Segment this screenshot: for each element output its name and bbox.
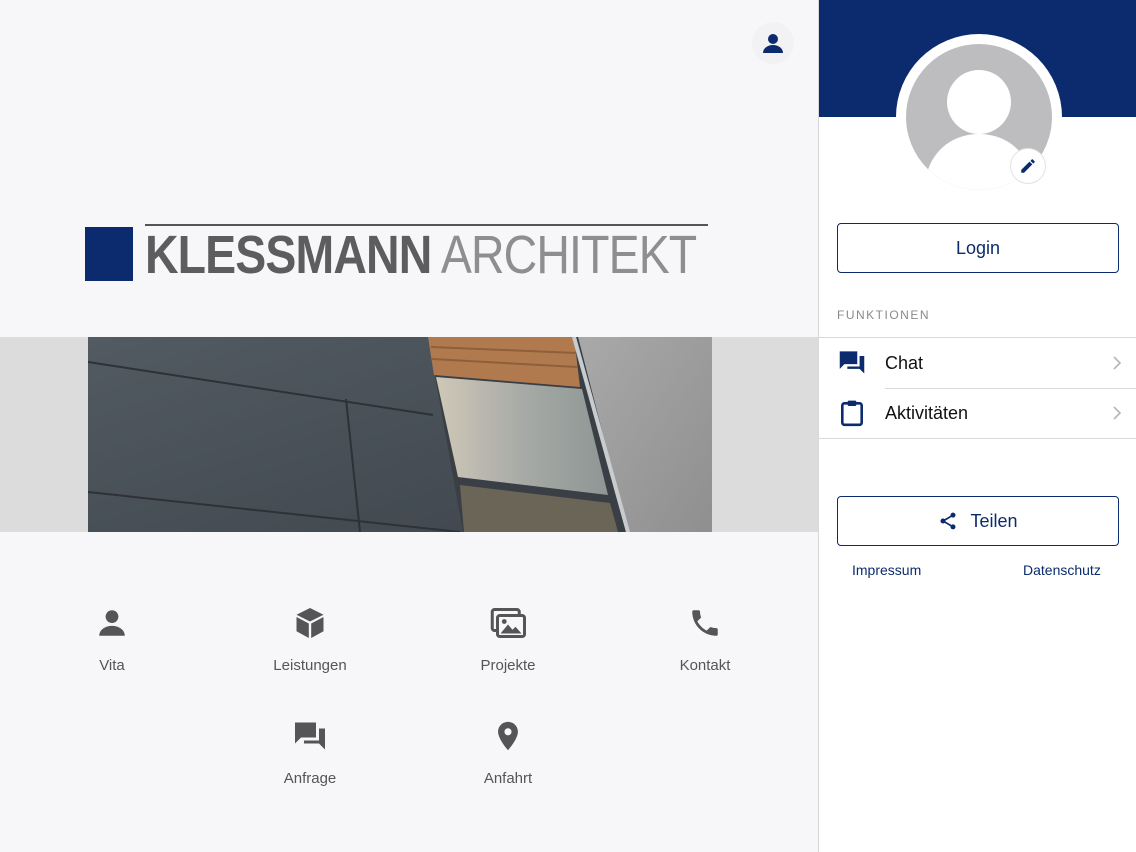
- list-item-chat[interactable]: Chat: [819, 338, 1136, 388]
- phone-icon: [692, 610, 718, 636]
- chevron-right-icon: [1113, 406, 1122, 420]
- nav-item-vita[interactable]: Vita: [42, 603, 182, 674]
- nav-item-label: Projekte: [480, 657, 536, 674]
- nav-item-label: Kontakt: [679, 657, 731, 674]
- side-drawer: Login FUNKTIONEN Chat Aktivitäten Teilen…: [818, 0, 1136, 852]
- share-icon: [940, 512, 956, 530]
- building-facade-image: [88, 337, 712, 532]
- person-icon: [763, 34, 783, 53]
- share-label: Teilen: [970, 510, 1018, 531]
- profile-button[interactable]: [752, 22, 794, 64]
- logo-square: [85, 227, 133, 281]
- nav-item-anfrage[interactable]: Anfrage: [240, 716, 380, 787]
- datenschutz-link[interactable]: Datenschutz: [1023, 562, 1101, 578]
- nav-item-label: Anfahrt: [483, 770, 533, 787]
- share-button[interactable]: Teilen: [837, 496, 1119, 546]
- photos-icon: [490, 608, 526, 638]
- logo-brand-light: ARCHITEKT: [440, 225, 697, 285]
- brand-logo: KLESSMANN ARCHITEKT: [85, 224, 710, 282]
- impressum-link[interactable]: Impressum: [852, 562, 921, 578]
- nav-item-leistungen[interactable]: Leistungen: [240, 603, 380, 674]
- nav-item-projekte[interactable]: Projekte: [438, 603, 578, 674]
- login-label: Login: [955, 237, 1001, 258]
- chat-icon: [839, 351, 865, 374]
- logo-wordmark: KLESSMANN ARCHITEKT: [145, 225, 697, 285]
- list-item-label: Aktivitäten: [885, 402, 969, 423]
- nav-item-anfahrt[interactable]: Anfahrt: [438, 716, 578, 787]
- main-content: KLESSMANN ARCHITEKT Vita Leistungen Proj…: [0, 0, 818, 852]
- section-label-funktionen: FUNKTIONEN: [837, 308, 930, 322]
- list-item-aktivitaeten[interactable]: Aktivitäten: [819, 388, 1136, 438]
- list-item-label: Chat: [885, 352, 924, 373]
- person-icon: [99, 610, 125, 636]
- nav-item-label: Vita: [99, 657, 125, 674]
- location-pin-icon: [498, 721, 518, 751]
- nav-item-kontakt[interactable]: Kontakt: [635, 603, 775, 674]
- edit-avatar-button[interactable]: [1010, 148, 1046, 184]
- login-button[interactable]: Login: [837, 223, 1119, 273]
- nav-item-label: Anfrage: [283, 770, 337, 787]
- cube-icon: [296, 608, 324, 638]
- hero-banner: [0, 337, 818, 532]
- clipboard-icon: [841, 400, 863, 427]
- nav-item-label: Leistungen: [273, 657, 347, 674]
- chat-bubbles-icon: [295, 722, 325, 750]
- chevron-right-icon: [1113, 356, 1122, 370]
- functions-list: Chat Aktivitäten: [819, 337, 1136, 439]
- pencil-icon: [1021, 159, 1035, 173]
- logo-brand-bold: KLESSMANN: [145, 225, 432, 285]
